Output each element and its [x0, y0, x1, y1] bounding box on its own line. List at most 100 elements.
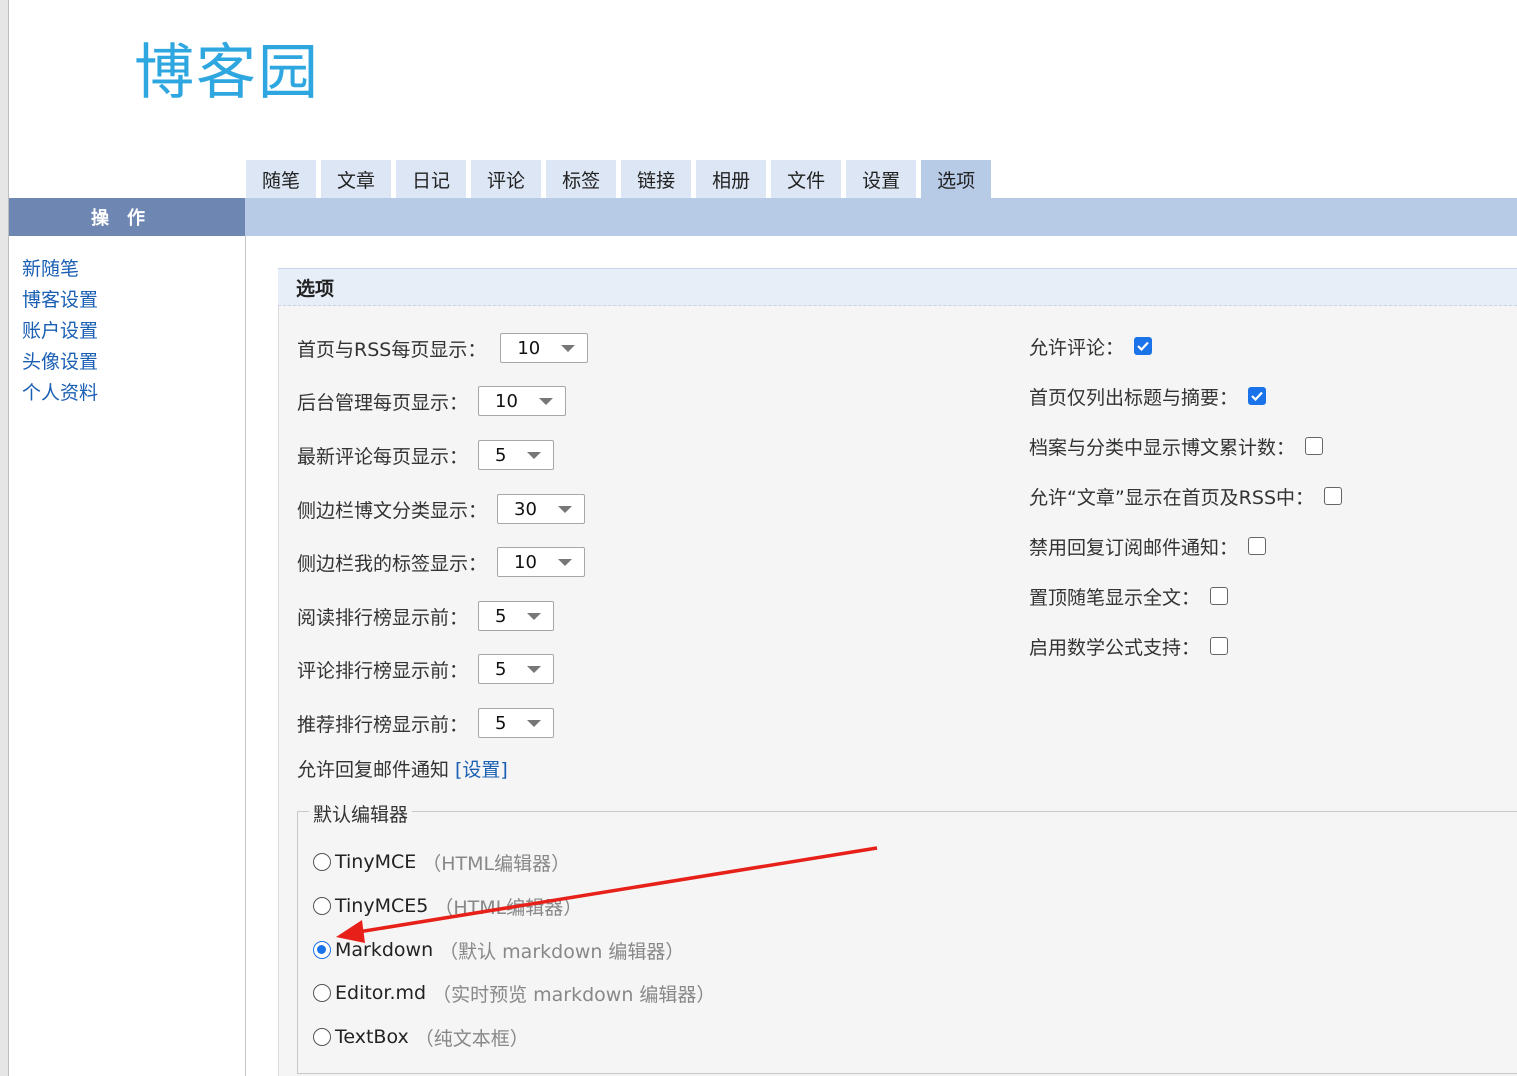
- main-tabs: 随笔 文章 日记 评论 标签 链接 相册 文件 设置 选项: [246, 160, 992, 198]
- setting-label: 推荐排行榜显示前：: [297, 713, 469, 736]
- editor-name: TinyMCE5: [335, 895, 429, 917]
- cnblogs-logo[interactable]: 博客园: [134, 38, 320, 108]
- editor-desc: （HTML编辑器）: [434, 896, 583, 919]
- checkbox-label: 档案与分类中显示博文累计数：: [1029, 436, 1296, 459]
- select-value: 5: [495, 605, 507, 627]
- math-support-checkbox[interactable]: [1210, 637, 1229, 655]
- tab-diary[interactable]: 日记: [396, 160, 467, 198]
- select-value: 10: [517, 337, 541, 359]
- tinymce5-radio[interactable]: [313, 897, 331, 915]
- reply-notice-settings-link[interactable]: [设置]: [455, 755, 508, 782]
- setting-row-comment-rank: 评论排行榜显示前： 5: [297, 652, 555, 686]
- setting-row-reply-notice: 允许回复邮件通知 [设置]: [297, 751, 508, 785]
- check-icon: [1251, 391, 1263, 401]
- sidebar-divider: [245, 236, 246, 1076]
- checkbox-label: 禁用回复订阅邮件通知：: [1029, 536, 1239, 559]
- category-count-select[interactable]: 30: [497, 494, 586, 524]
- sidebar-header: 操作: [9, 198, 245, 236]
- sidebar-link-blog-settings[interactable]: 博客设置: [22, 285, 98, 316]
- tab-options[interactable]: 选项: [921, 160, 992, 198]
- editor-name: Markdown: [335, 939, 434, 961]
- select-value: 5: [495, 658, 507, 680]
- sidebar-link-avatar-settings[interactable]: 头像设置: [22, 347, 98, 378]
- setting-row-admin: 后台管理每页显示： 10: [297, 384, 567, 418]
- select-value: 5: [495, 712, 507, 734]
- checkbox-row-allow-comments: 允许评论：: [1029, 329, 1153, 363]
- setting-label: 侧边栏我的标签显示：: [297, 552, 488, 575]
- check-icon: [1137, 341, 1149, 351]
- checkbox-label: 首页仅列出标题与摘要：: [1029, 386, 1239, 409]
- textbox-radio[interactable]: [313, 1028, 331, 1046]
- sidebar-link-profile[interactable]: 个人资料: [22, 378, 98, 409]
- setting-label: 后台管理每页显示：: [297, 391, 469, 414]
- setting-row-latest-comments: 最新评论每页显示： 5: [297, 438, 555, 472]
- summary-only-checkbox[interactable]: [1248, 387, 1267, 405]
- checkbox-row-summary-only: 首页仅列出标题与摘要：: [1029, 379, 1267, 413]
- chevron-down-icon: [561, 344, 576, 352]
- sidebar-link-new-post[interactable]: 新随笔: [22, 254, 98, 285]
- recommend-rank-count-select[interactable]: 5: [478, 708, 555, 738]
- setting-label: 评论排行榜显示前：: [297, 659, 469, 682]
- checkbox-row-archive-count: 档案与分类中显示博文累计数：: [1029, 429, 1324, 463]
- setting-row-recommend-rank: 推荐排行榜显示前： 5: [297, 706, 555, 740]
- editormd-radio[interactable]: [313, 984, 331, 1002]
- admin-count-select[interactable]: 10: [478, 386, 567, 416]
- tinymce-radio[interactable]: [313, 853, 331, 871]
- checkbox-row-math: 启用数学公式支持：: [1029, 629, 1229, 663]
- editor-option-tinymce: TinyMCE （HTML编辑器）: [313, 847, 570, 877]
- setting-row-read-rank: 阅读排行榜显示前： 5: [297, 599, 555, 633]
- checkbox-row-disable-reply-mail: 禁用回复订阅邮件通知：: [1029, 529, 1267, 563]
- editor-name: TextBox: [335, 1026, 409, 1048]
- checkbox-label: 允许评论：: [1029, 336, 1125, 359]
- chevron-down-icon: [527, 719, 542, 727]
- chevron-down-icon: [558, 505, 573, 513]
- checkbox-label: 启用数学公式支持：: [1029, 636, 1201, 659]
- tab-comments[interactable]: 评论: [471, 160, 542, 198]
- allow-comments-checkbox[interactable]: [1134, 337, 1153, 355]
- tab-posts[interactable]: 随笔: [246, 160, 317, 198]
- markdown-radio[interactable]: [313, 941, 331, 959]
- tab-files[interactable]: 文件: [771, 160, 842, 198]
- editor-name: TinyMCE: [335, 851, 417, 873]
- read-rank-count-select[interactable]: 5: [478, 601, 555, 631]
- checkbox-label: 置顶随笔显示全文：: [1029, 586, 1201, 609]
- setting-label: 侧边栏博文分类显示：: [297, 499, 488, 522]
- select-value: 5: [495, 444, 507, 466]
- chevron-down-icon: [527, 665, 542, 673]
- chevron-down-icon: [527, 612, 542, 620]
- editor-desc: （实时预览 markdown 编辑器）: [432, 983, 716, 1006]
- articles-home-checkbox[interactable]: [1324, 487, 1343, 505]
- chevron-down-icon: [558, 558, 573, 566]
- comment-rank-count-select[interactable]: 5: [478, 654, 555, 684]
- sidebar-link-account-settings[interactable]: 账户设置: [22, 316, 98, 347]
- setting-row-home-rss: 首页与RSS每页显示： 10: [297, 331, 589, 365]
- tags-count-select[interactable]: 10: [497, 547, 586, 577]
- checkbox-row-articles-home: 允许“文章”显示在首页及RSS中：: [1029, 479, 1343, 513]
- select-value: 10: [495, 390, 518, 412]
- tab-links[interactable]: 链接: [621, 160, 692, 198]
- pinned-full-checkbox[interactable]: [1210, 587, 1229, 605]
- setting-label: 首页与RSS每页显示：: [297, 338, 487, 361]
- home-rss-count-select[interactable]: 10: [500, 333, 589, 363]
- setting-label: 最新评论每页显示：: [297, 445, 469, 468]
- editor-option-textbox: TextBox （纯文本框）: [313, 1022, 529, 1052]
- default-editor-legend: 默认编辑器: [309, 800, 413, 827]
- reply-notice-label: 允许回复邮件通知: [297, 758, 450, 781]
- archive-count-checkbox[interactable]: [1305, 437, 1324, 455]
- select-value: 30: [514, 498, 537, 520]
- panel-title: 选项: [278, 268, 1517, 306]
- tab-tags[interactable]: 标签: [546, 160, 617, 198]
- sidebar-links: 新随笔 博客设置 账户设置 头像设置 个人资料: [22, 254, 98, 409]
- chevron-down-icon: [527, 451, 542, 459]
- editor-desc: （HTML编辑器）: [422, 852, 571, 875]
- editor-option-markdown: Markdown （默认 markdown 编辑器）: [313, 935, 684, 965]
- tab-settings[interactable]: 设置: [846, 160, 917, 198]
- editor-name: Editor.md: [335, 982, 427, 1004]
- editor-desc: （默认 markdown 编辑器）: [439, 940, 685, 963]
- tab-articles[interactable]: 文章: [321, 160, 392, 198]
- tab-albums[interactable]: 相册: [696, 160, 767, 198]
- setting-row-tags: 侧边栏我的标签显示： 10: [297, 545, 586, 579]
- window-left-edge: [0, 0, 9, 1076]
- disable-reply-mail-checkbox[interactable]: [1248, 537, 1267, 555]
- latest-comments-count-select[interactable]: 5: [478, 440, 555, 470]
